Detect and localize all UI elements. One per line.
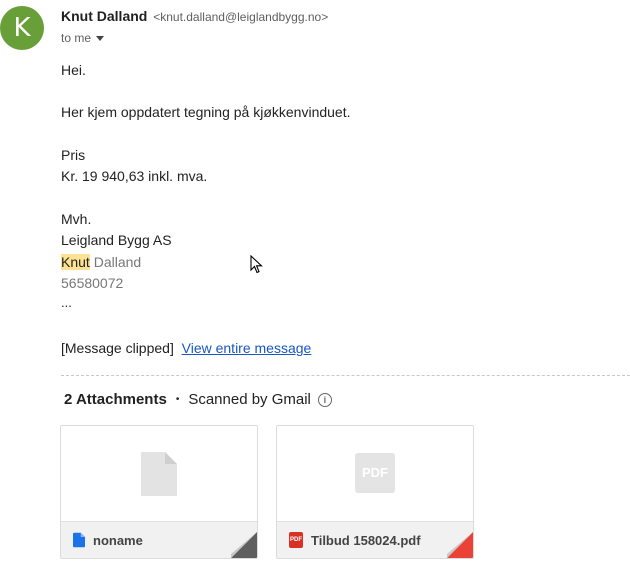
message-line: Her kjem oppdatert tegning på kjøkkenvin…: [61, 104, 351, 120]
signature-last-name: Dalland: [89, 254, 142, 270]
document-icon: [141, 452, 177, 496]
show-trimmed-content[interactable]: ...: [61, 295, 72, 310]
document-icon: [73, 532, 85, 548]
attachment-preview: PDF: [277, 426, 473, 521]
fold-corner-icon: [231, 532, 257, 558]
sender-name[interactable]: Knut Dalland: [61, 8, 147, 24]
pdf-icon: PDF: [355, 453, 395, 493]
attachment-footer: PDF Tilbud 158024.pdf: [277, 521, 473, 558]
clipped-notice: [Message clipped] View entire message: [61, 340, 311, 356]
attachments-count: 2 Attachments: [64, 391, 167, 408]
highlighted-first-name: Knut: [61, 254, 90, 270]
info-icon[interactable]: i: [317, 392, 332, 407]
signoff: Mvh.: [61, 211, 92, 227]
attachment-preview: [61, 426, 257, 521]
scanned-label: Scanned by Gmail: [188, 391, 311, 408]
price-label: Pris: [61, 147, 86, 163]
clipped-label: [Message clipped]: [61, 340, 174, 356]
sender-avatar[interactable]: K: [0, 6, 44, 50]
attachment-name: noname: [93, 532, 143, 548]
mouse-pointer-icon: [250, 255, 263, 274]
attachment-card-noname[interactable]: noname: [60, 425, 258, 559]
fold-corner-icon: [447, 532, 473, 558]
sender-line: Knut Dalland <knut.dalland@leiglandbygg.…: [61, 8, 328, 24]
pdf-icon: PDF: [289, 532, 303, 548]
attachments-header: 2 Attachments • Scanned by Gmail i: [64, 391, 332, 408]
attachment-card-pdf[interactable]: PDF PDF Tilbud 158024.pdf: [276, 425, 474, 559]
attachments-divider: [61, 375, 630, 376]
separator-dot: •: [175, 394, 180, 405]
signature-name: Knut Dalland: [61, 254, 141, 270]
chevron-down-icon[interactable]: [96, 36, 105, 41]
sender-email: <knut.dalland@leiglandbygg.no>: [153, 10, 329, 24]
to-me-label: to me: [61, 31, 92, 45]
view-entire-message-link[interactable]: View entire message: [182, 340, 312, 356]
attachment-footer: noname: [61, 521, 257, 558]
recipients-toggle[interactable]: to me: [61, 31, 105, 45]
price-value: Kr. 19 940,63 inkl. mva.: [61, 168, 208, 184]
signature-phone: 56580072: [61, 275, 124, 291]
attachment-name: Tilbud 158024.pdf: [311, 532, 421, 548]
company-name: Leigland Bygg AS: [61, 232, 172, 248]
greeting: Hei.: [61, 62, 86, 78]
